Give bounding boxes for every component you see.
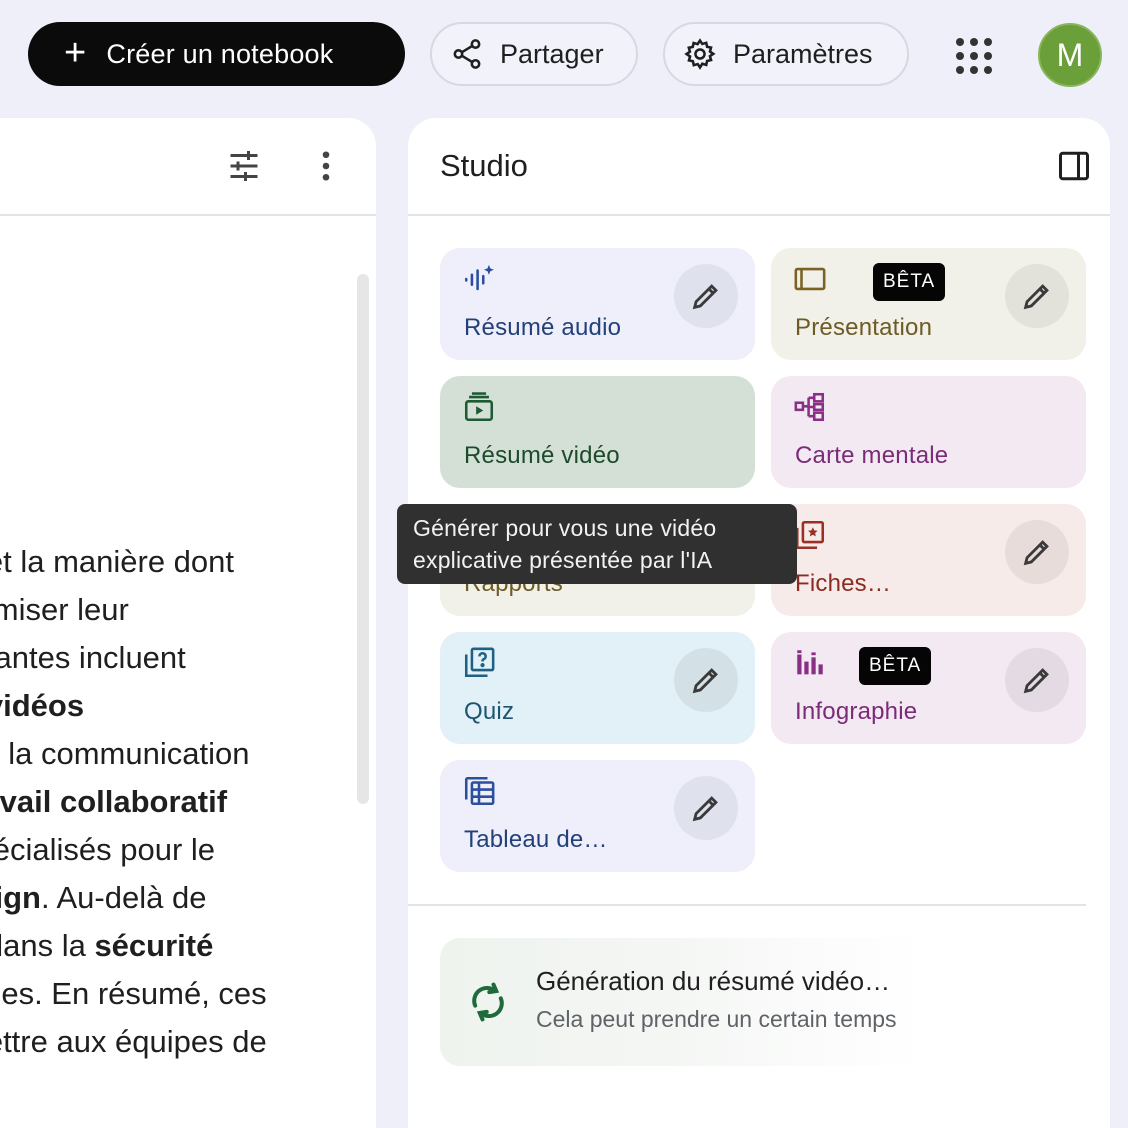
chat-text-line: e dans la sécurité [0, 922, 350, 970]
presentation-card[interactable]: BÊTA Présentation [771, 248, 1086, 360]
table-icon [464, 776, 495, 806]
data-table-card[interactable]: Tableau de… [440, 760, 755, 872]
beta-badge: BÊTA [859, 647, 932, 685]
plus-icon: + [64, 31, 87, 74]
chat-text-line: spécialisés pour le [0, 826, 350, 874]
video-overview-label: Résumé vidéo [464, 442, 620, 469]
pencil-icon [692, 284, 718, 310]
quiz-label: Quiz [464, 698, 515, 725]
chat-text-run: mettre aux équipes de [0, 1024, 267, 1059]
collapse-panel-icon[interactable] [1056, 148, 1092, 184]
chat-text-bold: vidéos [0, 688, 85, 723]
chat-text-run: relles. En résumé, ces [0, 976, 267, 1011]
chat-text-run: quantes incluent [0, 640, 186, 675]
audio-spark-icon [464, 264, 494, 291]
flashcards-icon [795, 520, 825, 550]
studio-header: Studio [408, 118, 1110, 216]
chat-text-run: nsi la communication [0, 736, 250, 771]
edit-infographic-button[interactable] [1005, 648, 1069, 712]
infographic-label: Infographie [795, 698, 918, 725]
edit-table-button[interactable] [674, 776, 738, 840]
tooltip-line-2: explicative présentée par l'IA [413, 547, 713, 573]
audio-overview-card[interactable]: Résumé audio [440, 248, 755, 360]
pencil-icon [1023, 668, 1049, 694]
quiz-card[interactable]: Quiz [440, 632, 755, 744]
slides-icon [794, 267, 826, 291]
audio-overview-label: Résumé audio [464, 314, 622, 341]
video-icon [464, 392, 494, 422]
video-overview-card[interactable]: Résumé vidéo [440, 376, 755, 488]
chat-text-line: quantes incluent [0, 634, 350, 682]
studio-title: Studio [440, 148, 528, 183]
more-vert-icon[interactable] [308, 148, 344, 184]
chat-text-line: n vidéos [0, 682, 350, 730]
infographic-card[interactable]: BÊTA Infographie [771, 632, 1086, 744]
pencil-icon [1023, 540, 1049, 566]
mindmap-icon [794, 392, 825, 422]
chat-text-line: e et la manière dont [0, 538, 350, 586]
progress-subtitle: Cela peut prendre un certain temps [536, 1006, 897, 1032]
sync-icon [472, 982, 504, 1022]
share-button[interactable]: Partager [430, 22, 638, 86]
beta-badge: BÊTA [873, 263, 946, 301]
chat-scrollbar[interactable] [357, 274, 369, 804]
chat-panel-header [0, 118, 376, 216]
settings-label: Paramètres [733, 38, 873, 69]
pencil-icon [692, 668, 718, 694]
chat-response-text: e et la manière dont ptimiser leur quantes… [0, 538, 350, 1066]
share-label: Partager [500, 38, 604, 69]
progress-title: Génération du résumé vidéo… [536, 966, 891, 996]
chat-text-line: nsi la communication [0, 730, 350, 778]
flashcards-label: Fiches… [795, 570, 892, 597]
edit-quiz-button[interactable] [674, 648, 738, 712]
tune-icon[interactable] [226, 148, 262, 184]
apps-grid-icon[interactable] [954, 36, 994, 76]
chat-text-bold: sécurité [94, 928, 214, 963]
data-table-label: Tableau de… [464, 826, 608, 853]
chat-text-run: ptimiser leur [0, 592, 129, 627]
chat-text-bold: travail collaboratif [0, 784, 228, 819]
pencil-icon [692, 796, 718, 822]
chart-icon [797, 650, 823, 675]
chat-text-bold: esign [0, 880, 41, 915]
mindmap-card[interactable]: Carte mentale [771, 376, 1086, 488]
edit-presentation-button[interactable] [1005, 264, 1069, 328]
chat-text-line: mettre aux équipes de [0, 1018, 350, 1066]
create-notebook-label: Créer un notebook [106, 38, 334, 69]
studio-divider [408, 904, 1086, 906]
chat-text-run: . Au-delà de [40, 880, 207, 915]
video-overview-tooltip: Générer pour vous une vidéo explicative … [397, 504, 797, 584]
chat-text-run: et la manière dont [0, 544, 235, 579]
avatar-letter: M [1056, 36, 1084, 73]
chat-text-line: esign. Au-delà de [0, 874, 350, 922]
chat-text-run: e dans la [0, 928, 86, 963]
chat-text-line: ptimiser leur [0, 586, 350, 634]
chat-text-line: travail collaboratif [0, 778, 350, 826]
quiz-icon [464, 647, 495, 678]
avatar[interactable]: M [1038, 23, 1102, 87]
chat-panel: e et la manière dont ptimiser leur quantes… [0, 118, 376, 1128]
presentation-label: Présentation [795, 314, 933, 341]
pencil-icon [1023, 284, 1049, 310]
mindmap-label: Carte mentale [795, 442, 949, 469]
flashcards-card[interactable]: Fiches… [771, 504, 1086, 616]
edit-flashcards-button[interactable] [1005, 520, 1069, 584]
gear-icon [684, 38, 716, 70]
share-icon [453, 39, 481, 69]
edit-audio-button[interactable] [674, 264, 738, 328]
chat-text-run: spécialisés pour le [0, 832, 216, 867]
studio-panel: Studio Résumé audio BÊTA Présentation Ré… [408, 118, 1110, 1128]
tooltip-line-1: Générer pour vous une vidéo [413, 515, 717, 541]
chat-text-line: relles. En résumé, ces [0, 970, 350, 1018]
settings-button[interactable]: Paramètres [663, 22, 909, 86]
generation-progress-card[interactable]: Génération du résumé vidéo… Cela peut pr… [440, 938, 1086, 1066]
create-notebook-button[interactable]: + Créer un notebook [28, 22, 405, 86]
